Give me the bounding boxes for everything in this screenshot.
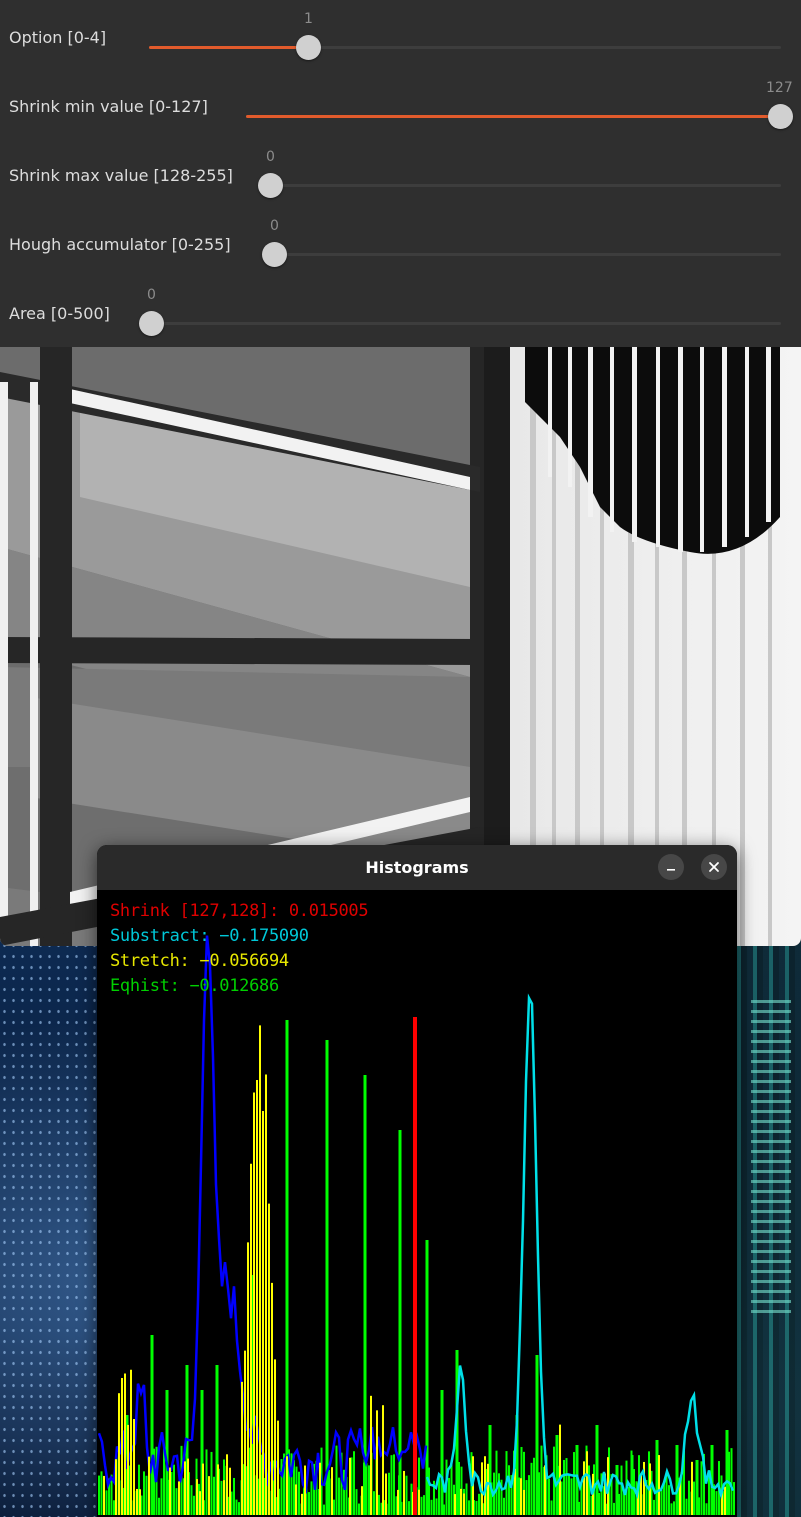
wallpaper-lights (751, 1000, 791, 1320)
window-title: Histograms (365, 858, 469, 877)
trackbar-panel: Option [0-4] 1 Shrink min value [0-127] … (0, 0, 801, 347)
slider-value-option: 1 (304, 11, 313, 27)
slider-shrink-max[interactable] (270, 184, 781, 187)
histograms-window: Histograms Shrink [127,128]: 0.015005 Su… (97, 845, 737, 1517)
slider-row-option: Option [0-4] 1 (0, 0, 801, 69)
main-window: Option [0-4] 1 Shrink min value [0-127] … (0, 0, 801, 946)
slider-label-shrink-max: Shrink max value [128-255] (9, 166, 233, 185)
slider-row-shrink-min: Shrink min value [0-127] 127 (0, 69, 801, 138)
close-icon (709, 862, 719, 872)
slider-knob-shrink-max[interactable] (258, 173, 283, 198)
slider-knob-area[interactable] (139, 311, 164, 336)
slider-label-area: Area [0-500] (9, 304, 110, 323)
close-button[interactable] (701, 854, 727, 880)
substract-curve (425, 993, 735, 1500)
histograms-titlebar[interactable]: Histograms (97, 845, 737, 890)
slider-value-shrink-max: 0 (266, 149, 275, 165)
histogram-canvas: Shrink [127,128]: 0.015005 Substract: −0… (97, 890, 737, 1517)
slider-area[interactable] (151, 322, 781, 325)
stat-stretch: Stretch: −0.056694 (110, 951, 289, 971)
minimize-icon (667, 869, 675, 871)
slider-knob-hough[interactable] (262, 242, 287, 267)
slider-shrink-min[interactable] (246, 115, 781, 118)
stat-eqhist: Eqhist: −0.012686 (110, 976, 279, 996)
slider-row-hough: Hough accumulator [0-255] 0 (0, 207, 801, 276)
slider-value-shrink-min: 127 (766, 80, 793, 96)
wallpaper-dots (0, 940, 100, 1517)
slider-option[interactable] (149, 46, 781, 49)
slider-value-hough: 0 (270, 218, 279, 234)
slider-hough[interactable] (274, 253, 781, 256)
minimize-button[interactable] (658, 854, 684, 880)
stat-substract: Substract: −0.175090 (110, 926, 309, 946)
slider-label-option: Option [0-4] (9, 28, 107, 47)
slider-row-shrink-max: Shrink max value [128-255] 0 (0, 138, 801, 207)
slider-knob-shrink-min[interactable] (768, 104, 793, 129)
slider-row-area: Area [0-500] 0 (0, 276, 801, 345)
stat-shrink: Shrink [127,128]: 0.015005 (110, 901, 369, 921)
slider-value-area: 0 (147, 287, 156, 303)
slider-label-hough: Hough accumulator [0-255] (9, 235, 231, 254)
slider-label-shrink-min: Shrink min value [0-127] (9, 97, 208, 116)
slider-knob-option[interactable] (296, 35, 321, 60)
